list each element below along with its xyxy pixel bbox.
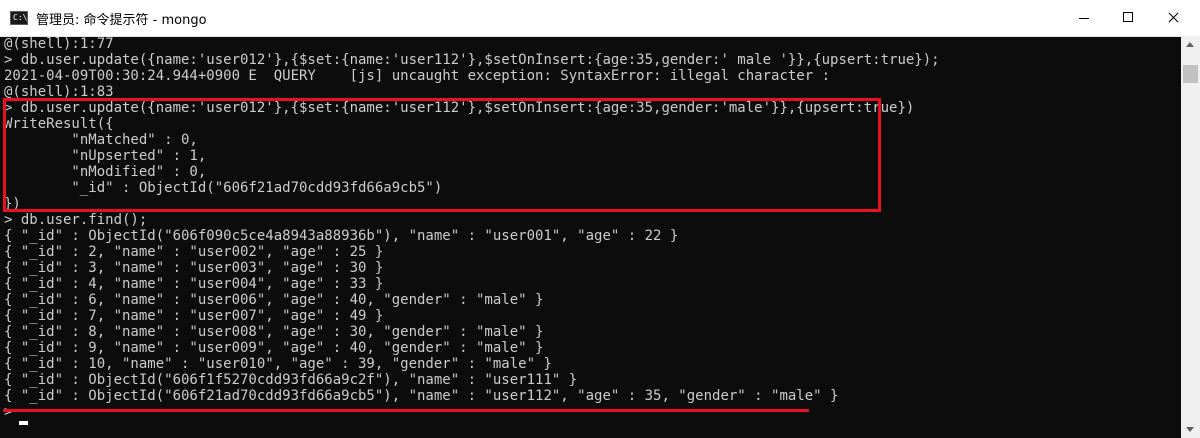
console-line: > db.user.update({name:'user012'},{$set:… <box>4 52 940 68</box>
vertical-scrollbar[interactable] <box>1181 36 1200 438</box>
prompt-line: > <box>4 404 13 420</box>
console-line: { "_id" : 10, "name" : "user010", "age" … <box>4 356 552 372</box>
title-bar[interactable]: C:\ 管理员: 命令提示符 - mongo <box>0 0 1200 37</box>
cmd-icon: C:\ <box>10 11 28 25</box>
chevron-down-icon <box>1186 427 1194 432</box>
console-line: { "_id" : ObjectId("606f090c5ce4a8943a88… <box>4 228 679 244</box>
maximize-icon <box>1123 12 1133 22</box>
text-cursor <box>19 421 28 425</box>
maximize-button[interactable] <box>1105 0 1151 36</box>
cmd-icon-text: C:\ <box>13 13 28 22</box>
console-output[interactable]: @(shell):1:77 > db.user.update({name:'us… <box>0 36 1181 438</box>
minimize-button[interactable] <box>1061 0 1107 36</box>
highlight-underline <box>3 409 809 412</box>
console-line: { "_id" : ObjectId("606f21ad70cdd93fd66a… <box>4 388 839 404</box>
console-line: > db.user.find(); <box>4 212 148 228</box>
console-line: 2021-04-09T00:30:24.944+0900 E QUERY [js… <box>4 68 831 84</box>
console-line: { "_id" : 9, "name" : "user009", "age" :… <box>4 340 544 356</box>
console-line: @(shell):1:77 <box>4 36 114 52</box>
close-button[interactable] <box>1150 0 1196 36</box>
console-line: { "_id" : 2, "name" : "user002", "age" :… <box>4 244 384 260</box>
scroll-up-button[interactable] <box>1181 36 1200 53</box>
scrollbar-thumb[interactable] <box>1183 65 1198 83</box>
console-line: { "_id" : 6, "name" : "user006", "age" :… <box>4 292 544 308</box>
console-line: { "_id" : 7, "name" : "user007", "age" :… <box>4 308 384 324</box>
console-line: { "_id" : 8, "name" : "user008", "age" :… <box>4 324 544 340</box>
console-line: { "_id" : 4, "name" : "user004", "age" :… <box>4 276 384 292</box>
minimize-icon <box>1079 18 1089 19</box>
scroll-down-button[interactable] <box>1181 421 1200 438</box>
console-window: C:\ 管理员: 命令提示符 - mongo @(shell):1:77 > d… <box>0 0 1200 438</box>
window-title: 管理员: 命令提示符 - mongo <box>36 13 207 28</box>
highlight-box <box>3 98 881 212</box>
chevron-up-icon <box>1186 42 1194 47</box>
console-line: { "_id" : 3, "name" : "user003", "age" :… <box>4 260 384 276</box>
console-line: { "_id" : ObjectId("606f1f5270cdd93fd66a… <box>4 372 578 388</box>
